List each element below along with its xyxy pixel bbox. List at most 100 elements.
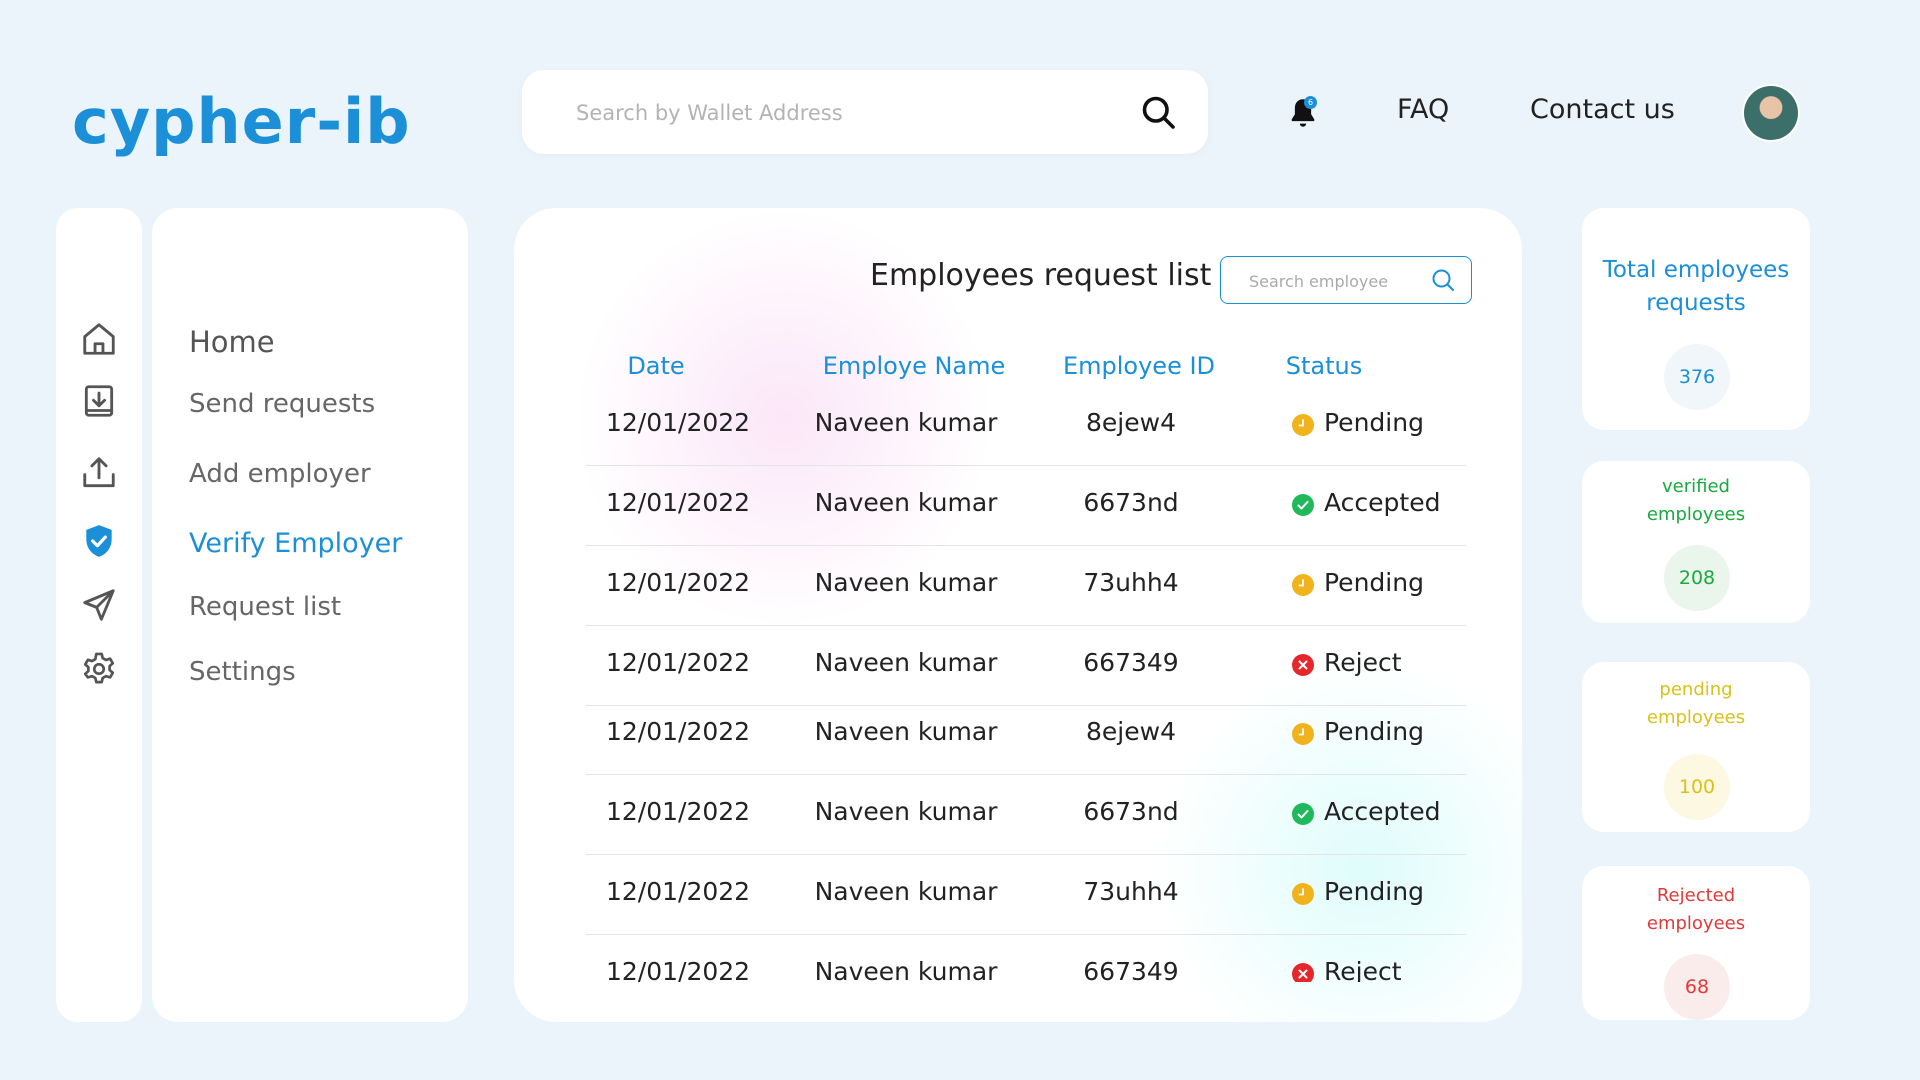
status-label: Pending (1324, 717, 1424, 746)
stat-value-verified: 208 (1664, 545, 1730, 611)
status-badge: Reject (1292, 939, 1462, 982)
wallet-search-bar[interactable] (522, 70, 1208, 154)
stat-card-rejected[interactable]: Rejected employees 68 (1582, 866, 1810, 1020)
row-divider (586, 465, 1466, 466)
cell-date: 12/01/2022 (606, 877, 751, 906)
contact-us-link[interactable]: Contact us (1530, 94, 1675, 125)
status-badge: Pending (1292, 550, 1462, 620)
status-badge: Accepted (1292, 779, 1462, 849)
cell-employee-name: Naveen kumar (814, 488, 998, 517)
check-circle-icon (1292, 494, 1314, 516)
wallet-search-input[interactable] (574, 90, 1118, 136)
cell-employee-name: Naveen kumar (814, 568, 998, 597)
cell-employee-name: Naveen kumar (814, 877, 998, 906)
sidebar-item-settings[interactable]: Settings (189, 657, 296, 687)
cell-employee-id: 73uhh4 (1083, 877, 1179, 906)
stat-value-total: 376 (1664, 344, 1730, 410)
status-badge: Pending (1292, 699, 1462, 769)
status-badge: Reject (1292, 630, 1462, 700)
sidebar-item-add-employer[interactable]: Add employer (189, 459, 371, 489)
cell-employee-name: Naveen kumar (814, 797, 998, 826)
notification-button[interactable]: 6 (1288, 96, 1318, 130)
cell-date: 12/01/2022 (606, 797, 751, 826)
notification-badge: 6 (1304, 96, 1317, 109)
clock-icon (1292, 574, 1314, 596)
cell-date: 12/01/2022 (606, 408, 751, 437)
cell-employee-id: 8ejew4 (1086, 717, 1176, 746)
send-icon[interactable] (80, 586, 118, 624)
employee-search-input[interactable] (1247, 267, 1431, 295)
row-divider (586, 774, 1466, 775)
cell-employee-id: 667349 (1083, 648, 1179, 677)
x-circle-icon (1292, 963, 1314, 982)
sidebar-item-send-requests[interactable]: Send requests (189, 389, 375, 419)
shield-check-icon[interactable] (80, 522, 118, 560)
table-row[interactable]: 12/01/2022 Naveen kumar 6673nd Accepted (586, 779, 1466, 855)
stat-label-verified: verified employees (1646, 476, 1746, 525)
table-row[interactable]: 12/01/2022 Naveen kumar 8ejew4 Pending (586, 699, 1466, 775)
stat-value-rejected: 68 (1664, 954, 1730, 1020)
download-icon[interactable] (80, 382, 118, 420)
cell-date: 12/01/2022 (606, 957, 751, 982)
column-header-date[interactable]: Date (606, 352, 706, 380)
stat-card-pending[interactable]: pending employees 100 (1582, 662, 1810, 832)
cell-employee-name: Naveen kumar (814, 957, 998, 982)
user-avatar[interactable] (1744, 86, 1798, 140)
search-icon[interactable] (1140, 94, 1176, 130)
status-label: Pending (1324, 568, 1424, 597)
stat-card-total[interactable]: Total employees requests 376 (1582, 208, 1810, 430)
search-icon[interactable] (1431, 268, 1455, 292)
table-row[interactable]: 12/01/2022 Naveen kumar 667349 Reject (586, 630, 1466, 706)
stat-card-verified[interactable]: verified employees 208 (1582, 461, 1810, 623)
stat-value-pending: 100 (1664, 754, 1730, 820)
column-header-name[interactable]: Employe Name (814, 352, 1014, 380)
faq-link[interactable]: FAQ (1397, 94, 1449, 125)
cell-employee-id: 667349 (1083, 957, 1179, 982)
cell-date: 12/01/2022 (606, 648, 751, 677)
upload-icon[interactable] (80, 454, 118, 492)
clock-icon (1292, 414, 1314, 436)
gear-icon[interactable] (80, 650, 118, 688)
stat-label-total: Total employees requests (1602, 257, 1790, 316)
column-header-status[interactable]: Status (1274, 352, 1374, 380)
sidebar-icon-rail (56, 208, 142, 1022)
status-badge: Pending (1292, 390, 1462, 460)
status-label: Accepted (1324, 797, 1441, 826)
row-divider (586, 545, 1466, 546)
sidebar-item-home[interactable]: Home (189, 325, 275, 359)
table-row[interactable]: 12/01/2022 Naveen kumar 8ejew4 Pending (586, 390, 1466, 466)
table-row[interactable]: 12/01/2022 Naveen kumar 73uhh4 Pending (586, 859, 1466, 935)
home-icon[interactable] (80, 320, 118, 358)
employee-search-box[interactable] (1220, 256, 1472, 304)
status-label: Pending (1324, 408, 1424, 437)
clock-icon (1292, 723, 1314, 745)
request-table-body: 12/01/2022 Naveen kumar 8ejew4 Pending 12/01… (586, 390, 1466, 982)
page-title: Employees request list (870, 258, 1212, 293)
sidebar-item-verify-employer[interactable]: Verify Employer (189, 528, 402, 559)
status-badge: Accepted (1292, 470, 1462, 540)
cell-employee-id: 8ejew4 (1086, 408, 1176, 437)
status-label: Accepted (1324, 488, 1441, 517)
x-circle-icon (1292, 654, 1314, 676)
table-row[interactable]: 12/01/2022 Naveen kumar 73uhh4 Pending (586, 550, 1466, 626)
table-row[interactable]: 12/01/2022 Naveen kumar 667349 Reject (586, 939, 1466, 982)
table-row[interactable]: 12/01/2022 Naveen kumar 6673nd Accepted (586, 470, 1466, 546)
row-divider (586, 625, 1466, 626)
column-header-id[interactable]: Employee ID (1054, 352, 1224, 380)
cell-employee-name: Naveen kumar (814, 648, 998, 677)
status-label: Reject (1324, 957, 1402, 982)
status-label: Reject (1324, 648, 1402, 677)
cell-date: 12/01/2022 (606, 488, 751, 517)
employees-request-panel: Employees request list Date Employe Name… (514, 208, 1522, 1022)
stat-label-pending: pending employees (1646, 679, 1746, 728)
app-logo[interactable]: cypher-ib (72, 91, 411, 153)
sidebar-item-request-list[interactable]: Request list (189, 592, 341, 622)
cell-date: 12/01/2022 (606, 568, 751, 597)
clock-icon (1292, 883, 1314, 905)
row-divider (586, 854, 1466, 855)
stat-label-rejected: Rejected employees (1646, 885, 1746, 934)
cell-employee-id: 73uhh4 (1083, 568, 1179, 597)
cell-employee-name: Naveen kumar (814, 717, 998, 746)
cell-employee-name: Naveen kumar (814, 408, 998, 437)
cell-employee-id: 6673nd (1083, 488, 1179, 517)
